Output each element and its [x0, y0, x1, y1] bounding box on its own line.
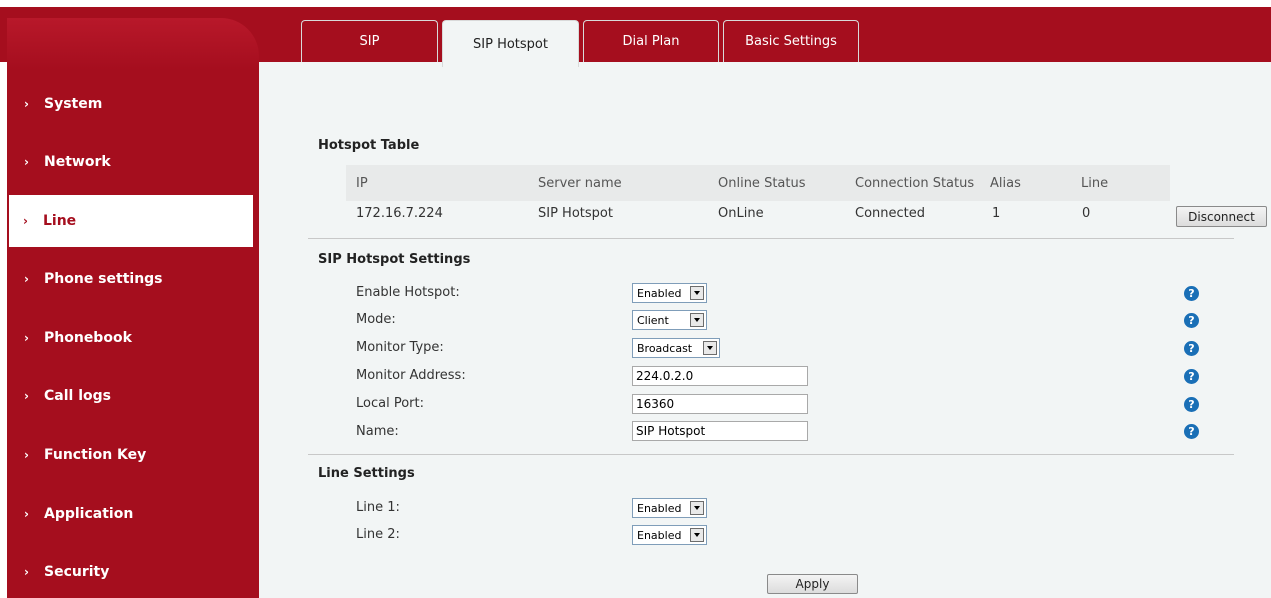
- line-settings-title: Line Settings: [318, 466, 415, 481]
- sidebar-item-label: Phonebook: [44, 330, 132, 346]
- column-header-ip: IP: [346, 165, 528, 201]
- column-header-server-name: Server name: [528, 165, 708, 201]
- sidebar-item-call-logs[interactable]: › Call logs: [0, 370, 246, 422]
- name-field[interactable]: SIP Hotspot: [632, 421, 808, 441]
- table-cell-connection-status: Connected: [855, 206, 926, 221]
- chevron-right-icon: ›: [23, 214, 28, 228]
- mode-value: Client: [637, 313, 669, 327]
- hotspot-settings-title: SIP Hotspot Settings: [318, 252, 471, 267]
- divider: [308, 238, 1234, 239]
- sidebar-item-label: Line: [43, 213, 77, 229]
- chevron-right-icon: ›: [24, 272, 29, 286]
- table-cell-server-name: SIP Hotspot: [538, 206, 613, 221]
- enable-hotspot-label: Enable Hotspot:: [356, 285, 460, 300]
- sidebar-item-phone-settings[interactable]: › Phone settings: [0, 253, 246, 305]
- table-cell-alias: 1: [992, 206, 1001, 221]
- sidebar-item-label: Phone settings: [44, 271, 163, 287]
- tab-sip-hotspot[interactable]: SIP Hotspot: [442, 20, 579, 67]
- dropdown-arrow-icon: [690, 286, 704, 300]
- sidebar-item-label: System: [44, 96, 103, 112]
- chevron-right-icon: ›: [24, 565, 29, 579]
- column-header-line: Line: [1071, 165, 1170, 201]
- enable-hotspot-value: Enabled: [637, 286, 682, 300]
- mode-label: Mode:: [356, 312, 396, 327]
- line1-label: Line 1:: [356, 500, 400, 515]
- line2-value: Enabled: [637, 528, 682, 542]
- monitor-address-label: Monitor Address:: [356, 368, 466, 383]
- chevron-right-icon: ›: [24, 389, 29, 403]
- sidebar-item-phonebook[interactable]: › Phonebook: [0, 312, 246, 364]
- sidebar-item-function-key[interactable]: › Function Key: [0, 429, 246, 481]
- apply-button[interactable]: Apply: [767, 574, 858, 594]
- divider: [308, 454, 1234, 455]
- help-icon[interactable]: ?: [1184, 369, 1199, 384]
- name-label: Name:: [356, 424, 399, 439]
- enable-hotspot-select[interactable]: Enabled: [632, 283, 707, 303]
- sidebar-item-application[interactable]: › Application: [0, 488, 246, 540]
- sidebar-item-label: Application: [44, 506, 134, 522]
- line2-select[interactable]: Enabled: [632, 525, 707, 545]
- column-header-online-status: Online Status: [708, 165, 845, 201]
- line1-select[interactable]: Enabled: [632, 498, 707, 518]
- tab-basic-settings[interactable]: Basic Settings: [723, 20, 859, 62]
- sidebar-item-label: Call logs: [44, 388, 111, 404]
- sidebar-item-line[interactable]: › Line: [9, 195, 253, 247]
- sidebar-item-system[interactable]: › System: [0, 78, 246, 130]
- sidebar-item-network[interactable]: › Network: [0, 136, 246, 188]
- table-cell-online-status: OnLine: [718, 206, 764, 221]
- sidebar-item-label: Security: [44, 564, 110, 580]
- sidebar-header: [7, 18, 259, 70]
- column-header-alias: Alias: [980, 165, 1071, 201]
- dropdown-arrow-icon: [690, 501, 704, 515]
- monitor-type-value: Broadcast: [637, 341, 693, 355]
- dropdown-arrow-icon: [690, 313, 704, 327]
- column-header-connection-status: Connection Status: [845, 165, 980, 201]
- dropdown-arrow-icon: [703, 341, 717, 355]
- sidebar-item-label: Function Key: [44, 447, 147, 463]
- monitor-type-label: Monitor Type:: [356, 340, 444, 355]
- help-icon[interactable]: ?: [1184, 286, 1199, 301]
- hotspot-table-title: Hotspot Table: [318, 138, 420, 153]
- monitor-address-field[interactable]: 224.0.2.0: [632, 366, 808, 386]
- chevron-right-icon: ›: [24, 155, 29, 169]
- help-icon[interactable]: ?: [1184, 341, 1199, 356]
- help-icon[interactable]: ?: [1184, 313, 1199, 328]
- disconnect-button[interactable]: Disconnect: [1176, 206, 1267, 227]
- help-icon[interactable]: ?: [1184, 397, 1199, 412]
- sidebar-item-label: Network: [44, 154, 111, 170]
- chevron-right-icon: ›: [24, 507, 29, 521]
- table-cell-line: 0: [1082, 206, 1091, 221]
- local-port-field[interactable]: 16360: [632, 394, 808, 414]
- tab-sip[interactable]: SIP: [301, 20, 438, 62]
- chevron-right-icon: ›: [24, 448, 29, 462]
- monitor-type-select[interactable]: Broadcast: [632, 338, 720, 358]
- dropdown-arrow-icon: [690, 528, 704, 542]
- tab-dial-plan[interactable]: Dial Plan: [583, 20, 719, 62]
- line2-label: Line 2:: [356, 527, 400, 542]
- sidebar-item-security[interactable]: › Security: [0, 546, 246, 598]
- table-cell-ip: 172.16.7.224: [356, 206, 443, 221]
- line1-value: Enabled: [637, 501, 682, 515]
- help-icon[interactable]: ?: [1184, 424, 1199, 439]
- mode-select[interactable]: Client: [632, 310, 707, 330]
- chevron-right-icon: ›: [24, 97, 29, 111]
- local-port-label: Local Port:: [356, 396, 424, 411]
- chevron-right-icon: ›: [24, 331, 29, 345]
